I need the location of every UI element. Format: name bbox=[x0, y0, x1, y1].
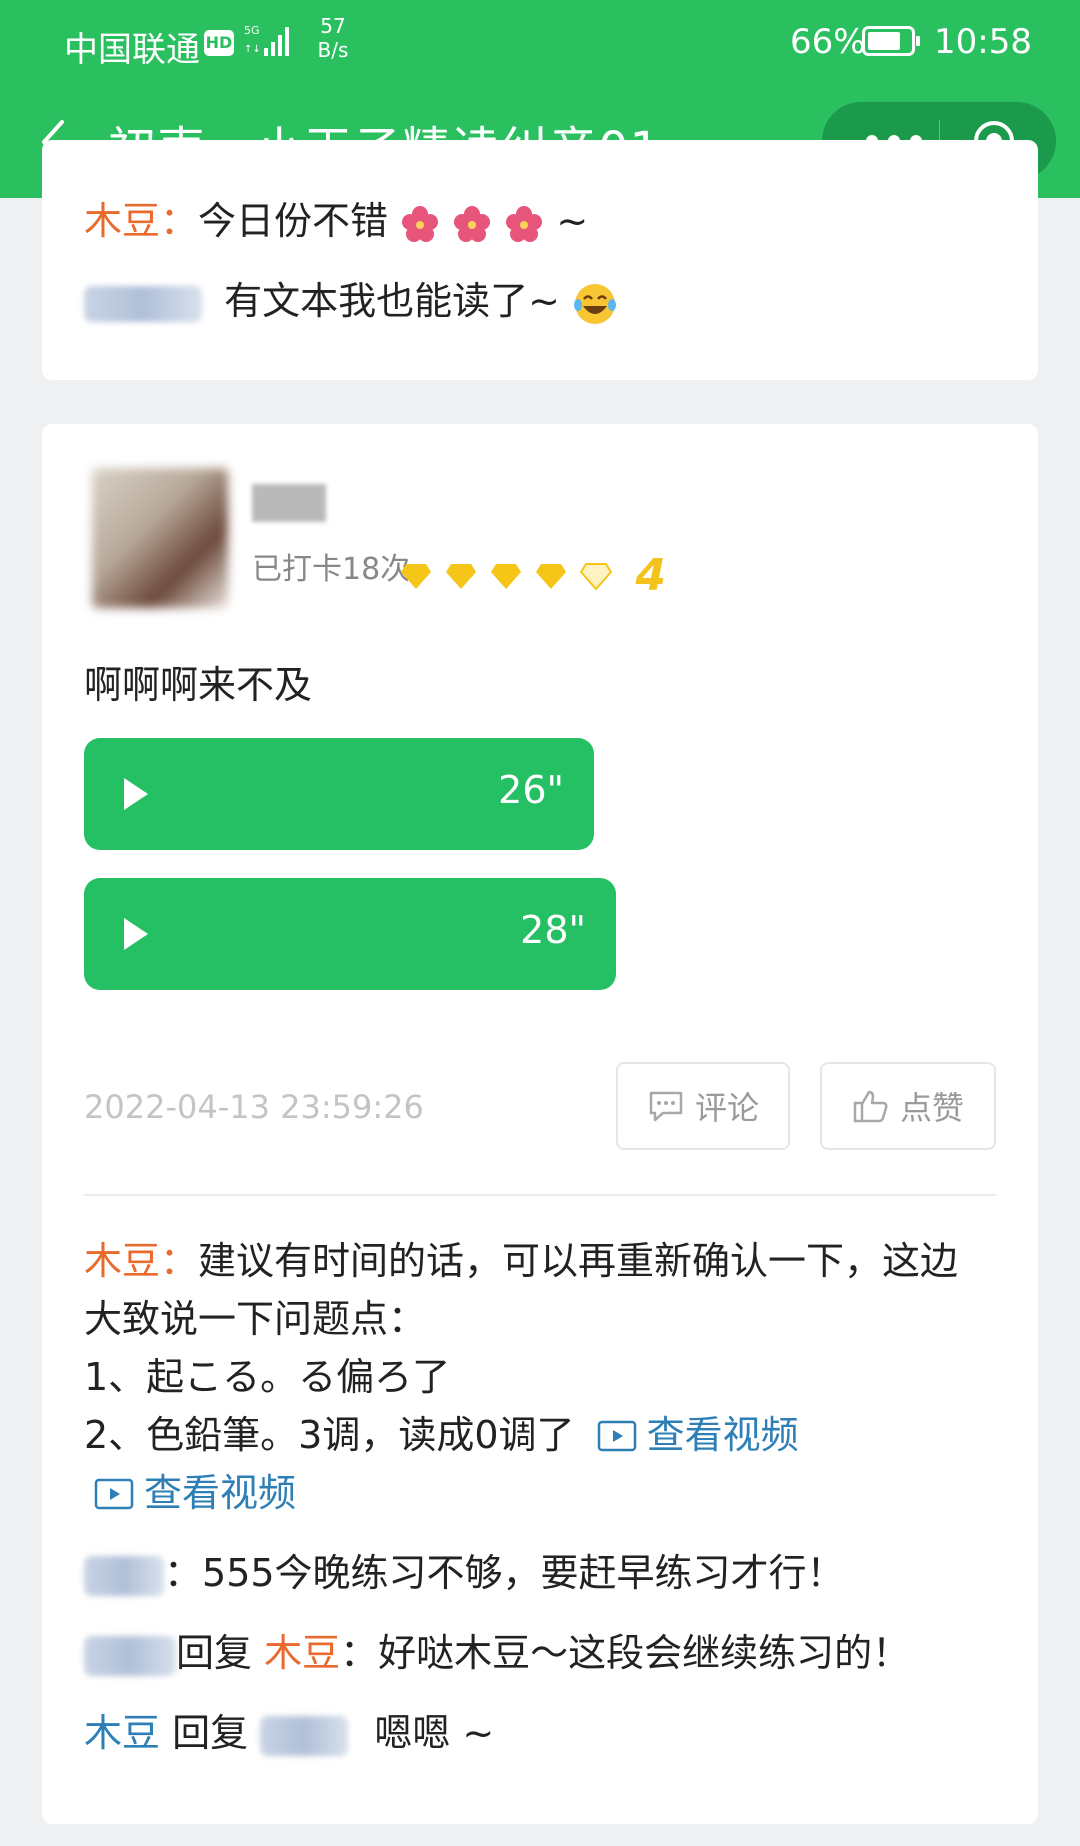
reply-item: ：555今晚练习不够，要赶早练习才行！ bbox=[84, 1544, 845, 1602]
comment-button[interactable]: 评论 bbox=[616, 1062, 790, 1150]
user-avatar[interactable] bbox=[92, 468, 228, 608]
diamond-filled-icon bbox=[536, 563, 567, 589]
play-icon bbox=[124, 918, 148, 950]
blurred-username[interactable] bbox=[252, 484, 326, 522]
blurred-username[interactable] bbox=[260, 1715, 349, 1756]
like-button-label: 点赞 bbox=[899, 1089, 964, 1127]
comment-user: 有文本我也能读了~ bbox=[84, 270, 618, 327]
video-icon bbox=[597, 1420, 636, 1452]
post-content: 啊啊啊来不及 bbox=[84, 663, 313, 707]
battery-icon bbox=[862, 26, 920, 56]
diamond-outline-icon bbox=[580, 562, 613, 590]
level-gems: 4 bbox=[400, 550, 666, 601]
previous-post-card: 木豆：今日份不错 ~ 有文本我也能读了~ bbox=[42, 140, 1038, 380]
feedback-line: 木豆：建议有时间的话，可以再重新确认一下，这边 bbox=[84, 1239, 959, 1283]
diamond-filled-icon bbox=[401, 563, 431, 589]
reply-author[interactable]: 木豆 bbox=[84, 1711, 160, 1755]
diamond-filled-icon bbox=[446, 563, 477, 589]
blurred-username[interactable] bbox=[84, 285, 202, 322]
video-icon bbox=[94, 1478, 134, 1510]
network-speed: 57 B/s bbox=[317, 14, 349, 62]
comment-text: 今日份不错 bbox=[198, 199, 389, 243]
reply-item: 木豆 回复 嗯嗯 ~ bbox=[84, 1711, 495, 1756]
voice-message[interactable]: 26" bbox=[84, 738, 594, 850]
comment-icon bbox=[649, 1091, 683, 1122]
comment-button-label: 评论 bbox=[694, 1089, 759, 1127]
hd-badge: HD bbox=[204, 30, 234, 56]
divider bbox=[84, 1194, 996, 1196]
comment-author[interactable]: 木豆 bbox=[84, 199, 160, 243]
level-number: 4 bbox=[635, 550, 667, 601]
thumbs-up-icon bbox=[853, 1090, 888, 1123]
hibiscus-icon bbox=[402, 205, 439, 242]
blurred-username[interactable] bbox=[84, 1555, 164, 1596]
feedback-line: 大致说一下问题点： bbox=[84, 1297, 427, 1341]
feedback-line: 1、起こる。る偏ろ了 bbox=[84, 1355, 451, 1399]
comment-text: 有文本我也能读了~ bbox=[224, 279, 560, 323]
feedback-line: 2、色鉛筆。3调，读成0调了 查看视频 bbox=[84, 1413, 799, 1457]
reply-item: 回复 木豆：好哒木豆～这段会继续练习的！ bbox=[84, 1624, 910, 1682]
post-card: 已打卡18次 4 啊啊啊来不及 26" 28" 2022-04-13 23:59… bbox=[42, 424, 1038, 1824]
feedback-author[interactable]: 木豆 bbox=[84, 1239, 160, 1283]
carrier-name: 中国联通 bbox=[64, 30, 200, 70]
voice-duration: 28" bbox=[520, 908, 586, 952]
svg-text:5G: 5G bbox=[244, 24, 260, 37]
hibiscus-icon bbox=[506, 205, 543, 242]
view-video-link[interactable]: 查看视频 bbox=[597, 1413, 799, 1457]
laughing-tears-emoji-icon bbox=[574, 283, 617, 324]
status-bar: 中国联通 HD 5G ↑↓ 57 B/s 66% 10:58 bbox=[0, 0, 1080, 90]
blurred-username[interactable] bbox=[84, 1635, 176, 1676]
hibiscus-icon bbox=[454, 205, 491, 242]
like-button[interactable]: 点赞 bbox=[820, 1062, 996, 1150]
play-icon bbox=[124, 778, 148, 810]
view-video-link[interactable]: 查看视频 bbox=[94, 1471, 296, 1515]
clock: 10:58 bbox=[934, 22, 1032, 62]
battery-percentage: 66% bbox=[790, 22, 866, 62]
svg-text:↑↓: ↑↓ bbox=[244, 44, 261, 55]
signal-icon: 5G ↑↓ bbox=[244, 24, 289, 56]
post-timestamp: 2022-04-13 23:59:26 bbox=[84, 1088, 424, 1126]
feedback-line: 查看视频 bbox=[94, 1464, 296, 1522]
reply-target[interactable]: 木豆 bbox=[264, 1631, 340, 1675]
comment-muodou: 木豆：今日份不错 ~ bbox=[84, 199, 589, 243]
voice-duration: 26" bbox=[498, 768, 564, 812]
checkin-count: 已打卡18次 bbox=[252, 552, 411, 587]
diamond-filled-icon bbox=[491, 563, 522, 589]
voice-message[interactable]: 28" bbox=[84, 878, 616, 990]
